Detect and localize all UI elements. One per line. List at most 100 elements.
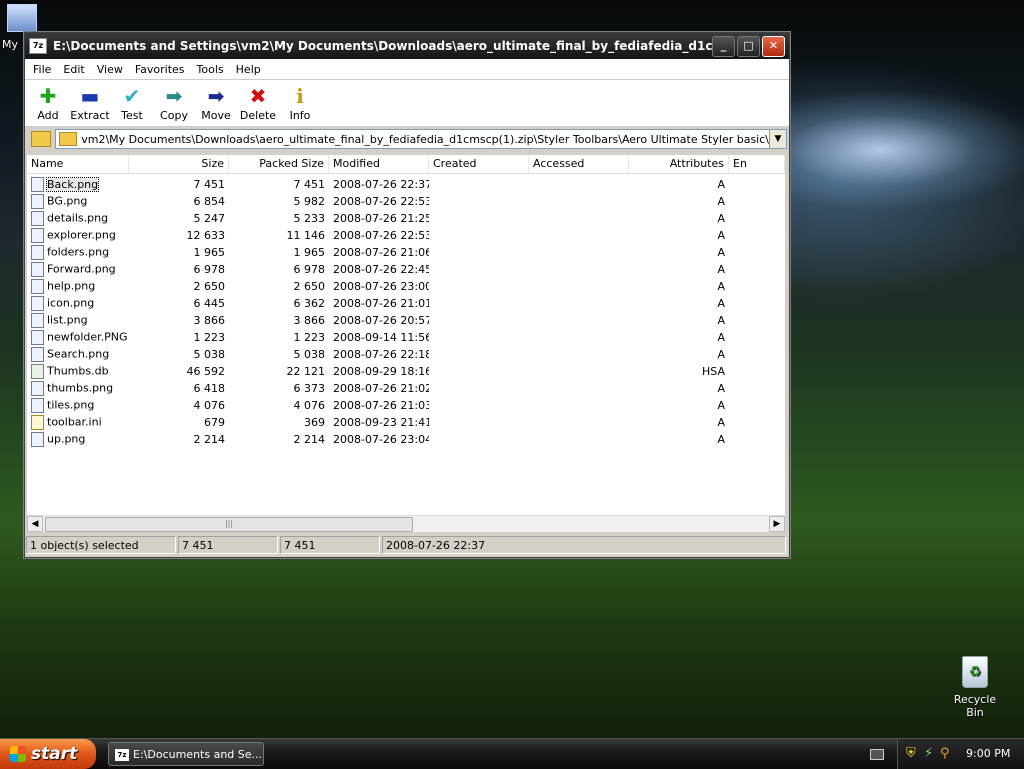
close-button[interactable]: ✕: [762, 36, 785, 57]
menu-favorites[interactable]: Favorites: [129, 63, 191, 76]
file-modified-cell: 2008-07-26 22:53: [333, 195, 429, 208]
image-file-icon: [31, 381, 44, 396]
file-packed-size-cell: 5 233: [293, 212, 326, 225]
file-row[interactable]: folders.png 1 965 1 965 2008-07-26 21:06 A: [27, 244, 785, 261]
file-row[interactable]: Search.png 5 038 5 038 2008-07-26 22:18 A: [27, 346, 785, 363]
delete-button[interactable]: ✖ Delete: [237, 80, 279, 122]
image-file-icon: [31, 245, 44, 260]
add-button[interactable]: ✚ Add: [27, 80, 69, 122]
file-name: Thumbs.db: [47, 364, 109, 378]
up-folder-button[interactable]: [27, 129, 55, 149]
file-row[interactable]: toolbar.ini 679 369 2008-09-23 21:41 A: [27, 414, 785, 431]
delete-button-label: Delete: [239, 109, 277, 122]
scroll-left-icon[interactable]: ◀: [27, 516, 43, 532]
file-row[interactable]: list.png 3 866 3 866 2008-07-26 20:57 A: [27, 312, 785, 329]
file-row[interactable]: tiles.png 4 076 4 076 2008-07-26 21:03 A: [27, 397, 785, 414]
copy-button[interactable]: ➡ Copy: [153, 80, 195, 122]
file-row[interactable]: thumbs.png 6 418 6 373 2008-07-26 21:02 A: [27, 380, 785, 397]
menu-help[interactable]: Help: [230, 63, 267, 76]
extract-button[interactable]: ▬ Extract: [69, 80, 111, 122]
move-button[interactable]: ➡ Move: [195, 80, 237, 122]
file-row[interactable]: explorer.png 12 633 11 146 2008-07-26 22:53…: [27, 227, 785, 244]
delete-icon: ✖: [249, 84, 267, 108]
image-file-icon: [31, 262, 44, 277]
file-attributes-cell: A: [717, 178, 725, 191]
image-file-icon: [31, 211, 44, 226]
file-size-cell: 679: [204, 416, 225, 429]
file-size-cell: 7 451: [193, 178, 226, 191]
security-shield-icon[interactable]: ⛨: [906, 746, 916, 761]
file-packed-size-cell: 7 451: [293, 178, 326, 191]
file-size-cell: 5 247: [193, 212, 226, 225]
file-row[interactable]: Back.png 7 451 7 451 2008-07-26 22:37 A: [27, 176, 785, 193]
file-packed-size-cell: 5 982: [293, 195, 326, 208]
column-header-attributes[interactable]: Attributes: [629, 155, 729, 173]
network-icon[interactable]: ⚡: [924, 746, 933, 761]
file-attributes-cell: A: [717, 263, 725, 276]
menu-tools[interactable]: Tools: [191, 63, 230, 76]
column-header-name[interactable]: Name: [27, 155, 129, 173]
file-name: BG.png: [47, 194, 88, 208]
file-name: list.png: [47, 313, 88, 327]
extract-button-label: Extract: [70, 109, 110, 122]
minimize-button[interactable]: _: [712, 36, 735, 57]
keyboard-icon[interactable]: [870, 749, 884, 760]
file-attributes-cell: A: [717, 416, 725, 429]
column-header-created[interactable]: Created: [429, 155, 529, 173]
file-row[interactable]: icon.png 6 445 6 362 2008-07-26 21:01 A: [27, 295, 785, 312]
search-icon[interactable]: ⚲: [940, 746, 950, 761]
image-file-icon: [31, 194, 44, 209]
file-name: toolbar.ini: [47, 415, 102, 429]
taskbar-window-label: E:\Documents and Se...: [133, 748, 263, 761]
file-name: up.png: [47, 432, 86, 446]
column-header-encrypted[interactable]: En: [729, 155, 785, 173]
scroll-right-icon[interactable]: ▶: [769, 516, 785, 532]
menu-file[interactable]: File: [27, 63, 57, 76]
file-list[interactable]: Name Size Packed Size Modified Created A…: [27, 155, 785, 515]
status-size: 7 451: [178, 536, 278, 554]
scroll-thumb[interactable]: |||: [45, 517, 413, 532]
file-name: icon.png: [47, 296, 95, 310]
menu-edit[interactable]: Edit: [57, 63, 90, 76]
file-name: tiles.png: [47, 398, 95, 412]
maximize-button[interactable]: □: [737, 36, 760, 57]
file-packed-size-cell: 6 978: [293, 263, 326, 276]
file-modified-cell: 2008-07-26 23:04: [333, 433, 429, 446]
column-header-modified[interactable]: Modified: [329, 155, 429, 173]
start-button[interactable]: start: [0, 739, 96, 769]
horizontal-scrollbar[interactable]: ◀ ||| ▶: [27, 515, 785, 532]
file-row[interactable]: help.png 2 650 2 650 2008-07-26 23:00 A: [27, 278, 785, 295]
file-packed-size-cell: 22 121: [286, 365, 326, 378]
file-name: newfolder.PNG: [47, 330, 128, 344]
file-size-cell: 6 978: [193, 263, 226, 276]
file-row[interactable]: Thumbs.db 46 592 22 121 2008-09-29 18:16 HSA: [27, 363, 785, 380]
file-size-cell: 2 214: [193, 433, 226, 446]
file-attributes-cell: A: [717, 331, 725, 344]
title-bar[interactable]: 7z E:\Documents and Settings\vm2\My Docu…: [25, 33, 789, 59]
file-name-cell: explorer.png: [27, 228, 129, 243]
desktop-icon-recycle-bin[interactable]: ♻ Recycle Bin: [944, 656, 1006, 719]
column-header-accessed[interactable]: Accessed: [529, 155, 629, 173]
folder-icon: [59, 132, 77, 146]
file-packed-size-cell: 369: [304, 416, 325, 429]
column-header-size[interactable]: Size: [129, 155, 229, 173]
file-row[interactable]: BG.png 6 854 5 982 2008-07-26 22:53 A: [27, 193, 785, 210]
image-file-icon: [31, 228, 44, 243]
path-combobox[interactable]: E:\Documents and Settings\vm2\My Documen…: [55, 129, 787, 149]
info-button[interactable]: i Info: [279, 80, 321, 122]
file-row[interactable]: newfolder.PNG 1 223 1 223 2008-09-14 11:56 A: [27, 329, 785, 346]
column-header-packed-size[interactable]: Packed Size: [229, 155, 329, 173]
add-button-label: Add: [37, 109, 59, 122]
file-name: folders.png: [47, 245, 110, 259]
taskbar-window-button[interactable]: 7z E:\Documents and Se...: [108, 742, 264, 766]
file-size-cell: 3 866: [193, 314, 226, 327]
menu-view[interactable]: View: [91, 63, 129, 76]
menu-bar: File Edit View Favorites Tools Help: [25, 59, 789, 80]
status-bar: 1 object(s) selected 7 451 7 451 2008-07…: [25, 535, 787, 555]
test-button[interactable]: ✔ Test: [111, 80, 153, 122]
file-row[interactable]: details.png 5 247 5 233 2008-07-26 21:25 A: [27, 210, 785, 227]
archive-window: 7z E:\Documents and Settings\vm2\My Docu…: [24, 32, 790, 558]
chevron-down-icon[interactable]: ▼: [769, 130, 786, 148]
file-row[interactable]: Forward.png 6 978 6 978 2008-07-26 22:45 A: [27, 261, 785, 278]
file-row[interactable]: up.png 2 214 2 214 2008-07-26 23:04 A: [27, 431, 785, 448]
